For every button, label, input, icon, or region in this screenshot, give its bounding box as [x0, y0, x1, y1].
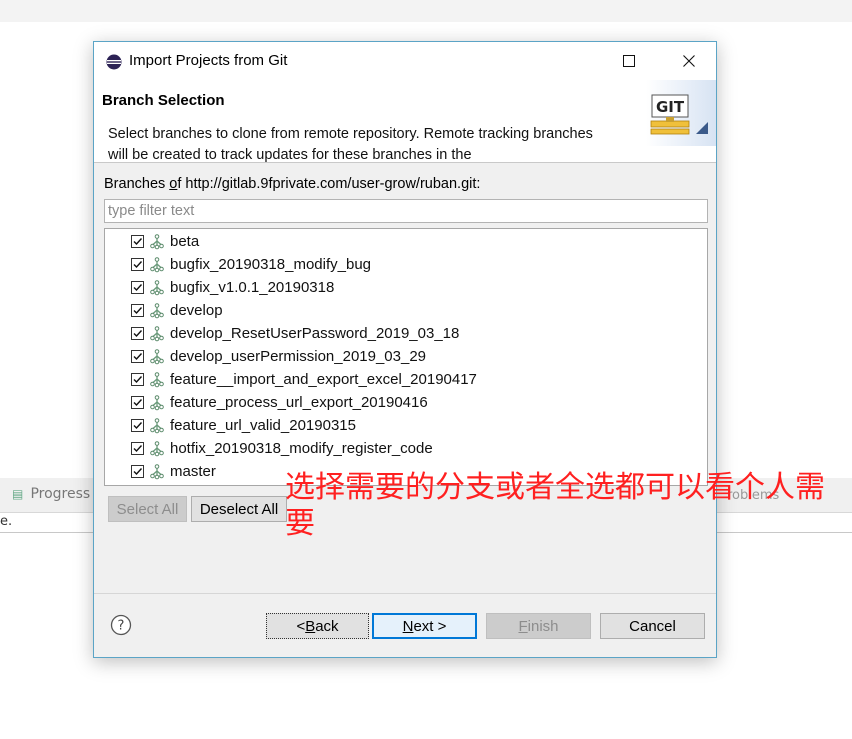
branch-row[interactable]: bugfix_v1.0.1_20190318	[131, 276, 334, 299]
branch-name: bugfix_v1.0.1_20190318	[170, 279, 335, 296]
deselect-all-button[interactable]: Deselect All	[191, 496, 287, 522]
background-stray-text: e.	[0, 514, 13, 529]
branch-icon	[149, 440, 165, 457]
branch-name: bugfix_20190318_modify_bug	[170, 256, 371, 273]
branch-row[interactable]: develop_userPermission_2019_03_29	[131, 345, 426, 368]
branch-checkbox[interactable]	[131, 419, 144, 432]
branch-name: beta	[170, 233, 200, 250]
dialog-title: Import Projects from Git	[129, 52, 288, 69]
progress-tab-label: Progress	[30, 486, 91, 502]
finish-label-mnemonic: F	[518, 617, 528, 635]
maximize-button[interactable]	[606, 42, 652, 80]
help-icon[interactable]: ?	[110, 614, 132, 636]
branch-name: feature_process_url_export_20190416	[170, 394, 428, 411]
page-description: Select branches to clone from remote rep…	[108, 126, 593, 162]
maximize-icon	[623, 55, 635, 67]
background-toolbar-strip	[0, 0, 852, 22]
back-label-prefix: <	[296, 617, 306, 635]
branch-checkbox[interactable]	[131, 396, 144, 409]
background-progress-tab[interactable]: ▤ Progress	[12, 486, 90, 502]
branch-checkbox[interactable]	[131, 304, 144, 317]
branch-name: develop	[170, 302, 223, 319]
branch-icon	[149, 463, 165, 480]
branch-checkbox[interactable]	[131, 373, 144, 386]
next-label-rest: ext >	[413, 617, 447, 635]
cancel-button[interactable]: Cancel	[600, 613, 705, 639]
footer-separator	[94, 593, 716, 594]
import-projects-dialog: Import Projects from Git Branch Selectio…	[93, 41, 717, 658]
branch-icon	[149, 279, 165, 296]
branch-checkbox[interactable]	[131, 258, 144, 271]
branch-checkbox[interactable]	[131, 327, 144, 340]
branch-name: hotfix_20190318_modify_register_code	[170, 440, 433, 457]
finish-button[interactable]: Finish	[486, 613, 591, 639]
branch-icon	[149, 302, 165, 319]
branches-label-prefix: Branches	[104, 176, 170, 192]
back-label-rest: ack	[315, 617, 339, 635]
next-label-mnemonic: N	[402, 617, 414, 635]
branch-name: develop_userPermission_2019_03_29	[170, 348, 427, 365]
branch-icon	[149, 417, 165, 434]
progress-icon: ▤	[12, 487, 24, 501]
branch-icon	[149, 348, 165, 365]
svg-text:?: ?	[118, 619, 125, 634]
dialog-titlebar[interactable]: Import Projects from Git	[94, 42, 716, 80]
branch-icon	[149, 325, 165, 342]
branch-row[interactable]: feature__import_and_export_excel_2019041…	[131, 368, 477, 391]
branch-name: feature__import_and_export_excel_2019041…	[170, 371, 477, 388]
select-all-button[interactable]: Select All	[108, 496, 187, 522]
branch-row[interactable]: beta	[131, 230, 199, 253]
branch-name: develop_ResetUserPassword_2019_03_18	[170, 325, 460, 342]
branch-icon	[149, 256, 165, 273]
header-separator	[94, 162, 716, 163]
branches-label-url: f http://gitlab.9fprivate.com/user-grow/…	[177, 176, 481, 192]
annotation-note: 选择需要的分支或者全选都可以看个人需要	[285, 470, 825, 541]
next-button[interactable]: Next >	[372, 613, 477, 639]
page-title: Branch Selection	[102, 92, 225, 109]
branch-name: master	[170, 463, 216, 480]
finish-label-rest: inish	[527, 617, 559, 635]
branch-row[interactable]: feature_process_url_export_20190416	[131, 391, 428, 414]
branch-checkbox[interactable]	[131, 281, 144, 294]
svg-text:GIT: GIT	[656, 98, 685, 116]
branch-checkbox[interactable]	[131, 442, 144, 455]
branch-row[interactable]: develop_ResetUserPassword_2019_03_18	[131, 322, 459, 345]
branch-icon	[149, 394, 165, 411]
branch-filter-input[interactable]	[104, 199, 708, 223]
branch-icon	[149, 371, 165, 388]
branch-row[interactable]: hotfix_20190318_modify_register_code	[131, 437, 433, 460]
branch-checkbox[interactable]	[131, 235, 144, 248]
back-label-mnemonic: B	[305, 617, 316, 635]
back-button[interactable]: < Back	[266, 613, 369, 639]
branch-list[interactable]: beta bugfix_20190318_modify_bug bugfix_v1.…	[104, 228, 708, 486]
branch-row[interactable]: master	[131, 460, 216, 483]
branch-name: feature_url_valid_20190315	[170, 417, 356, 434]
branch-icon	[149, 233, 165, 250]
branch-row[interactable]: develop	[131, 299, 223, 322]
git-wizard-banner-icon: GIT	[646, 80, 716, 146]
branch-checkbox[interactable]	[131, 350, 144, 363]
close-button[interactable]	[666, 42, 712, 80]
close-icon	[683, 55, 695, 67]
wizard-header: Branch Selection Select branches to clon…	[94, 80, 716, 162]
branch-row[interactable]: feature_url_valid_20190315	[131, 414, 356, 437]
branch-checkbox[interactable]	[131, 465, 144, 478]
eclipse-icon	[106, 54, 122, 70]
branches-label: Branches of http://gitlab.9fprivate.com/…	[104, 176, 480, 192]
branch-row[interactable]: bugfix_20190318_modify_bug	[131, 253, 371, 276]
